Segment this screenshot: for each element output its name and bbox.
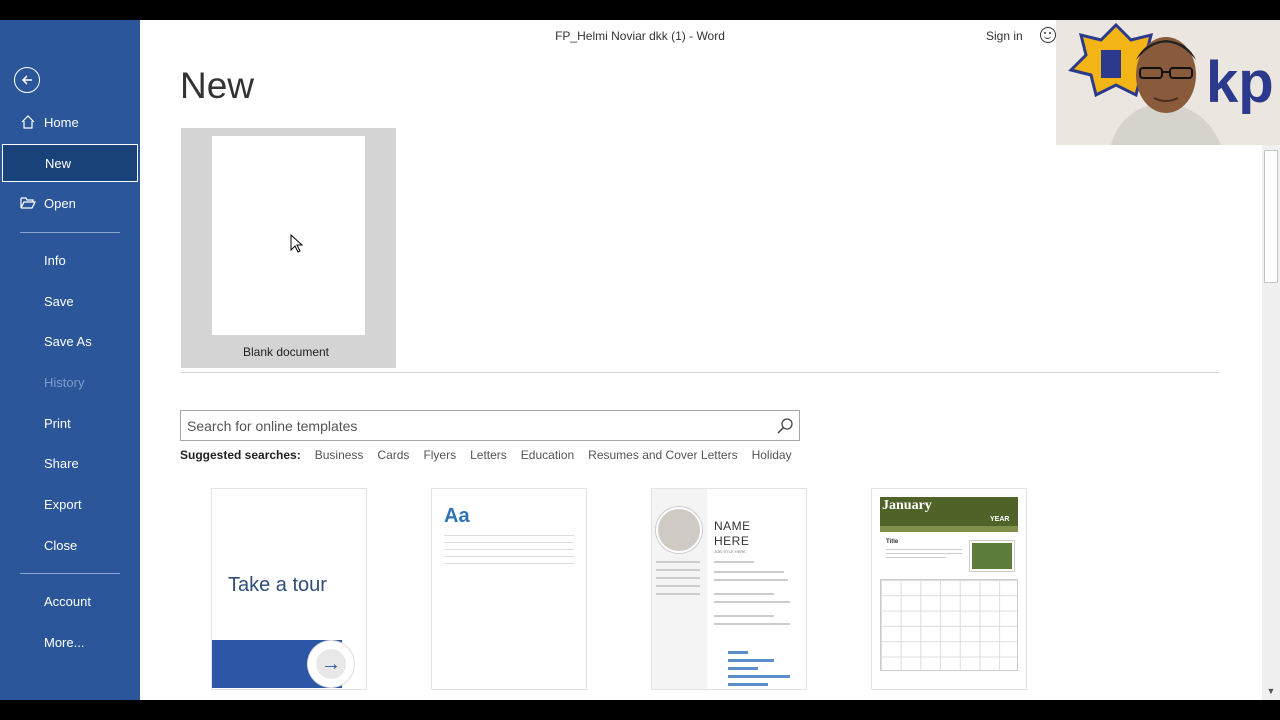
resume-line (714, 561, 754, 563)
mouse-cursor-icon (290, 234, 304, 253)
skill-bar (728, 651, 748, 654)
suggested-searches: Suggested searches: Business Cards Flyer… (180, 448, 792, 462)
resume-line (714, 623, 790, 625)
suggested-link-business[interactable]: Business (315, 448, 364, 462)
sidebar-divider (20, 232, 120, 233)
sidebar-item-label: Share (44, 455, 79, 471)
calendar-grid (880, 579, 1018, 671)
word-backstage-window: Home New Open Info Save Save As History … (0, 20, 1280, 700)
scroll-down-icon[interactable]: ▼ (1264, 684, 1278, 698)
template-take-a-tour[interactable]: Take a tour → (212, 489, 366, 689)
skill-bar (728, 667, 758, 670)
sidebar-item-label: New (45, 155, 72, 171)
resume-line (714, 571, 784, 573)
sidebar-item-print[interactable]: Print (0, 404, 140, 442)
resume-line (714, 579, 788, 581)
sidebar-item-label: Account (44, 593, 91, 609)
blank-document-label: Blank document (242, 345, 330, 359)
sidebar-item-home[interactable]: Home (0, 103, 140, 141)
sidebar-item-account[interactable]: Account (0, 582, 140, 620)
folder-open-icon (0, 196, 44, 210)
resume-line (656, 585, 700, 587)
blank-document-tile[interactable]: Blank document (181, 128, 396, 368)
sidebar-item-export[interactable]: Export (0, 485, 140, 523)
sidebar-item-open[interactable]: Open (0, 184, 140, 222)
skill-bar (728, 683, 768, 686)
top-letterbox (0, 0, 1280, 20)
calendar-text-line (886, 557, 946, 558)
blank-document-preview (212, 136, 365, 335)
suggested-link-holiday[interactable]: Holiday (752, 448, 792, 462)
sidebar-item-label: More... (44, 634, 85, 650)
svg-text:kp: kp (1206, 50, 1274, 115)
calendar-month: January (882, 498, 932, 513)
template-resume[interactable]: NAME HERE JOB TITLE HERE (652, 489, 806, 689)
resume-photo (656, 507, 702, 553)
template-search-input[interactable] (187, 411, 767, 440)
calendar-photo (970, 541, 1014, 571)
template-search-box[interactable] (180, 410, 800, 441)
sidebar-item-label: Save (44, 293, 74, 309)
suggested-link-resumes[interactable]: Resumes and Cover Letters (588, 448, 737, 462)
sidebar-item-label: Print (44, 415, 71, 431)
template-lines (444, 535, 574, 570)
suggested-link-flyers[interactable]: Flyers (423, 448, 456, 462)
section-divider (181, 372, 1219, 373)
arrow-glyph: → (316, 649, 346, 679)
suggested-link-letters[interactable]: Letters (470, 448, 507, 462)
calendar-text-line (886, 549, 962, 550)
suggested-link-education[interactable]: Education (521, 448, 574, 462)
resume-line (656, 593, 700, 595)
sidebar-item-label: Home (44, 114, 79, 130)
calendar-text-line (886, 553, 962, 554)
resume-line (714, 601, 790, 603)
skill-bar (728, 675, 790, 678)
sidebar-item-label: Save As (44, 333, 92, 349)
suggested-searches-heading: Suggested searches: (180, 448, 301, 462)
template-aa-text: Aa (444, 505, 470, 527)
presenter-video-image: kp (1056, 20, 1280, 145)
bottom-letterbox (0, 700, 1280, 720)
backstage-sidebar: Home New Open Info Save Save As History … (0, 20, 140, 700)
sidebar-divider (20, 573, 120, 574)
resume-line (656, 577, 700, 579)
sidebar-item-label: Close (44, 537, 78, 553)
resume-line (714, 615, 774, 617)
feedback-smiley-icon[interactable] (1040, 27, 1056, 43)
calendar-title: Title (886, 539, 899, 545)
sidebar-item-save-as[interactable]: Save As (0, 322, 140, 360)
back-arrow-icon (21, 75, 32, 85)
sidebar-item-history: History (0, 363, 140, 401)
template-single-spaced[interactable]: Aa (432, 489, 586, 689)
suggested-link-cards[interactable]: Cards (377, 448, 409, 462)
home-icon (0, 114, 44, 130)
sidebar-item-more[interactable]: More... (0, 623, 140, 661)
webcam-overlay: kp (1056, 20, 1280, 145)
page-title: New (180, 65, 255, 106)
skill-bar (728, 659, 774, 662)
sidebar-item-label: History (44, 374, 85, 390)
sidebar-item-label: Open (44, 195, 76, 211)
resume-line (656, 569, 700, 571)
sign-in-link[interactable]: Sign in (986, 29, 1023, 43)
back-button[interactable] (14, 67, 40, 93)
template-calendar[interactable]: January YEAR Title (872, 489, 1026, 689)
sidebar-item-info[interactable]: Info (0, 241, 140, 279)
resume-line (656, 561, 700, 563)
arrow-right-icon: → (308, 641, 354, 687)
sidebar-item-label: Info (44, 252, 66, 268)
resume-subtitle: JOB TITLE HERE (714, 549, 746, 554)
sidebar-item-label: Export (44, 496, 82, 512)
search-icon[interactable] (775, 416, 795, 436)
calendar-year: YEAR (990, 516, 1010, 523)
scrollbar-thumb[interactable] (1264, 150, 1278, 283)
sidebar-item-share[interactable]: Share (0, 444, 140, 482)
take-a-tour-text: Take a tour (228, 574, 327, 596)
resume-line (714, 593, 774, 595)
calendar-strip (880, 526, 1018, 532)
sidebar-item-save[interactable]: Save (0, 282, 140, 320)
sidebar-item-new[interactable]: New (2, 144, 138, 182)
resume-name: NAME HERE (714, 519, 751, 548)
sidebar-item-close[interactable]: Close (0, 526, 140, 564)
